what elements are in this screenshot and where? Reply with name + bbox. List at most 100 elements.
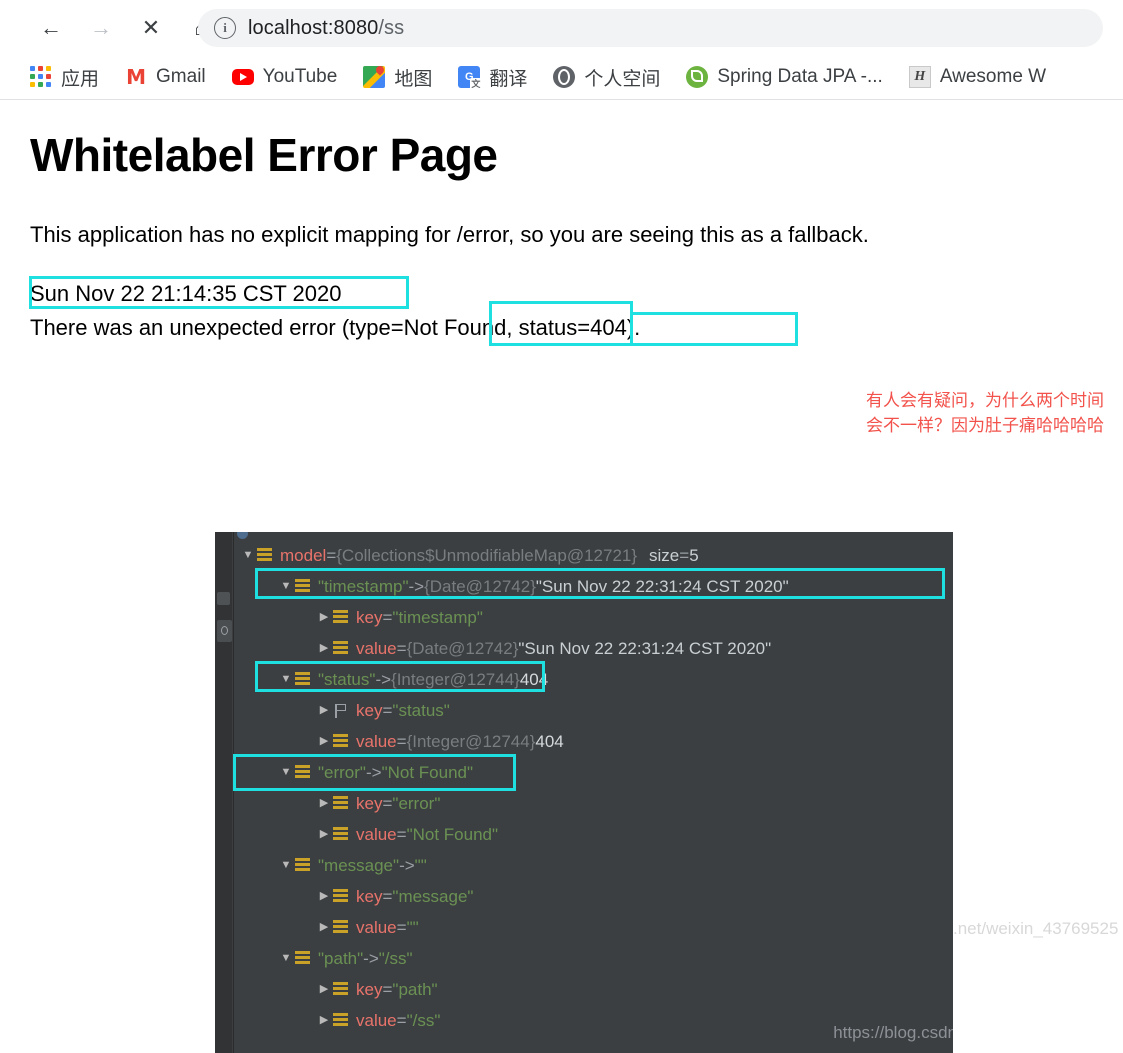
size-value: 5	[689, 545, 699, 565]
bookmark-spring-data-jpa[interactable]: Spring Data JPA -...	[686, 66, 883, 88]
bookmark-gmail[interactable]: M Gmail	[125, 66, 206, 88]
bookmarks-bar: 应用 M Gmail YouTube 地图 G 翻译 个人空间 Spring D…	[0, 55, 1123, 100]
variable-value: "message"	[392, 886, 474, 906]
annotation-box-status	[630, 312, 798, 346]
annotation-box-debugger	[255, 661, 545, 692]
annotation-box-timestamp	[29, 276, 409, 309]
variable-row[interactable]: key = "error"	[315, 788, 440, 819]
expand-arrow-icon[interactable]	[315, 819, 333, 850]
stack-icon	[333, 640, 348, 657]
tool-window-gutter[interactable]	[215, 532, 232, 1053]
variable-name: value	[356, 731, 397, 751]
variable-value: "Sun Nov 22 22:31:24 CST 2020"	[518, 638, 772, 658]
apps-grid-cell	[30, 74, 35, 79]
bookmark-apps[interactable]: 应用	[30, 64, 99, 91]
error-prefix: There was an unexpected error (type=	[30, 315, 404, 340]
info-icon[interactable]: i	[214, 17, 236, 39]
equals-sign: =	[326, 545, 337, 565]
equals-sign: =	[382, 607, 393, 627]
gmail-icon: M	[126, 65, 146, 89]
error-description: This application has no explicit mapping…	[30, 222, 869, 247]
watermark-outside: .net/weixin_43769525	[953, 919, 1119, 938]
annotation-box-debugger	[255, 568, 945, 599]
expand-arrow-icon[interactable]	[315, 788, 333, 819]
equals-sign: =	[382, 979, 393, 999]
collapse-arrow-icon[interactable]	[277, 943, 295, 974]
gutter-icon-2[interactable]	[217, 620, 232, 642]
google-maps-icon	[363, 66, 386, 88]
expand-arrow-icon[interactable]	[315, 695, 333, 726]
bookmark-maps[interactable]: 地图	[363, 64, 432, 91]
variable-row[interactable]: key = "path"	[315, 974, 438, 1005]
variable-value: "timestamp"	[392, 607, 483, 627]
expand-arrow-icon[interactable]	[315, 633, 333, 664]
flag-icon	[333, 703, 348, 719]
variable-row[interactable]: "path" -> "/ss"	[277, 943, 413, 974]
bookmark-label: Gmail	[156, 66, 206, 87]
stack-icon	[333, 981, 348, 998]
variable-row[interactable]: key = "timestamp"	[315, 602, 483, 633]
bookmark-label: 个人空间	[584, 68, 661, 90]
map-arrow: ->	[363, 948, 379, 968]
stop-icon[interactable]: ✕	[130, 7, 172, 49]
bookmark-youtube[interactable]: YouTube	[231, 66, 337, 88]
google-translate-icon: G	[458, 66, 482, 90]
equals-sign: =	[382, 700, 393, 720]
expand-arrow-icon[interactable]	[315, 881, 333, 912]
bookmark-label: Awesome W	[939, 66, 1047, 87]
bookmark-label: 翻译	[489, 68, 528, 90]
variable-row[interactable]: value = {Date@12742}"Sun Nov 22 22:31:24…	[315, 633, 771, 664]
apps-grid-cell	[30, 82, 35, 87]
panel-divider	[233, 532, 234, 1053]
browser-chrome: ← → ✕ ⌂ i localhost:8080/ss 应用 M Gmail Y…	[0, 0, 1123, 100]
variable-value: "path"	[392, 979, 438, 999]
bookmark-personal-space[interactable]: 个人空间	[553, 64, 660, 91]
address-bar[interactable]: i localhost:8080/ss	[198, 9, 1103, 47]
expand-arrow-icon[interactable]	[315, 912, 333, 943]
object-reference: {Date@12742}	[406, 638, 519, 658]
stack-icon	[333, 1012, 348, 1029]
stack-icon	[295, 857, 310, 874]
variable-name: key	[356, 979, 383, 999]
apps-grid-cell	[38, 66, 43, 71]
forward-icon[interactable]: →	[80, 7, 122, 49]
collapse-arrow-icon[interactable]	[239, 540, 257, 571]
bookmark-awesome[interactable]: H Awesome W	[908, 66, 1047, 88]
variable-row[interactable]: value = "/ss"	[315, 1005, 440, 1036]
equals-sign: =	[396, 917, 407, 937]
back-icon[interactable]: ←	[30, 7, 72, 49]
variable-value: "error"	[392, 793, 441, 813]
variable-row[interactable]: "message" -> ""	[277, 850, 427, 881]
variable-row[interactable]: model = {Collections$UnmodifiableMap@127…	[239, 540, 699, 571]
stack-icon	[333, 795, 348, 812]
expand-arrow-icon[interactable]	[315, 974, 333, 1005]
variable-value: 404	[535, 731, 564, 751]
equals-sign: =	[382, 793, 393, 813]
variable-row[interactable]: value = ""	[315, 912, 419, 943]
variable-name: value	[356, 917, 397, 937]
expand-arrow-icon[interactable]	[315, 602, 333, 633]
variable-row[interactable]: value = "Not Found"	[315, 819, 498, 850]
spring-leaf-icon	[686, 66, 709, 88]
apps-grid-cell	[30, 66, 35, 71]
browser-toolbar: ← → ✕ ⌂ i localhost:8080/ss	[0, 0, 1123, 55]
equals-sign: =	[382, 886, 393, 906]
variable-row[interactable]: key = "status"	[315, 695, 450, 726]
collapse-arrow-icon[interactable]	[277, 850, 295, 881]
variable-name: key	[356, 793, 383, 813]
url-host: localhost:8080	[248, 16, 379, 39]
bookmark-translate[interactable]: G 翻译	[458, 64, 527, 91]
stack-icon	[257, 547, 272, 564]
expand-arrow-icon[interactable]	[315, 1005, 333, 1036]
variable-value: "/ss"	[378, 948, 413, 968]
variable-value: "/ss"	[406, 1010, 441, 1030]
awesome-h-icon: H	[908, 66, 931, 88]
expand-arrow-icon[interactable]	[315, 726, 333, 757]
stack-icon	[333, 919, 348, 936]
size-label: size	[649, 545, 680, 565]
variable-row[interactable]: key = "message"	[315, 881, 473, 912]
equals-sign: =	[679, 545, 690, 565]
breakpoint-dot-icon	[237, 532, 248, 539]
gutter-icon-1[interactable]	[217, 592, 230, 605]
variable-row[interactable]: value = {Integer@12744}404	[315, 726, 564, 757]
